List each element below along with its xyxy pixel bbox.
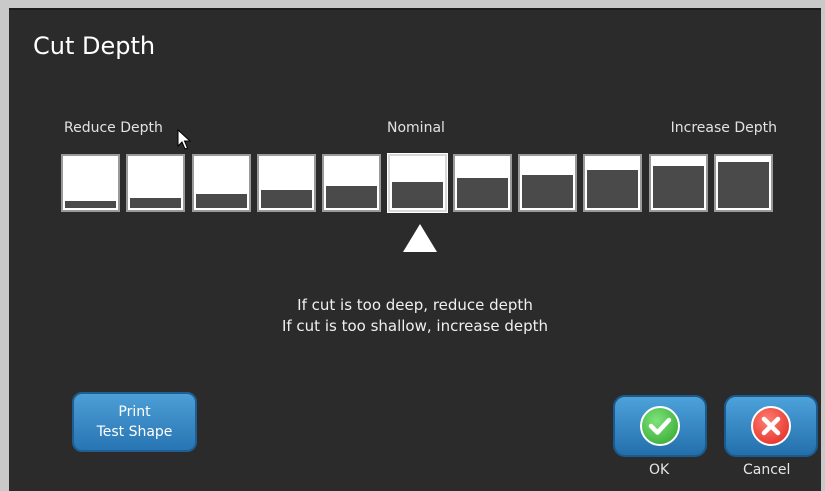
depth-level-fill [653, 166, 704, 208]
cancel-label: Cancel [743, 462, 791, 478]
depth-level-3[interactable] [192, 154, 251, 212]
depth-level-fill [718, 162, 769, 208]
depth-level-6[interactable] [388, 154, 447, 212]
checkmark-icon [640, 406, 680, 446]
print-test-shape-button[interactable]: Print Test Shape [72, 392, 197, 452]
reduce-depth-label: Reduce Depth [64, 120, 163, 136]
ok-button[interactable] [613, 395, 707, 457]
depth-level-11[interactable] [714, 154, 773, 212]
depth-level-fill [522, 175, 573, 208]
instruction-deep: If cut is too deep, reduce depth [297, 296, 533, 314]
x-icon [751, 406, 791, 446]
depth-level-fill [130, 198, 181, 208]
depth-level-fill [65, 201, 116, 208]
page-title: Cut Depth [33, 32, 156, 60]
cancel-button[interactable] [724, 395, 818, 457]
nominal-label: Nominal [387, 120, 445, 136]
depth-level-fill [261, 190, 312, 208]
mouse-pointer-icon [177, 128, 192, 155]
depth-level-9[interactable] [583, 154, 642, 212]
print-label-line2: Test Shape [96, 424, 173, 440]
nominal-marker-icon [403, 224, 437, 252]
depth-level-2[interactable] [126, 154, 185, 212]
depth-level-fill [196, 194, 247, 208]
depth-level-fill [457, 178, 508, 208]
depth-level-8[interactable] [518, 154, 577, 212]
depth-level-fill [392, 182, 443, 208]
depth-level-fill [326, 186, 377, 208]
depth-level-1[interactable] [61, 154, 120, 212]
instruction-shallow: If cut is too shallow, increase depth [281, 317, 549, 335]
cut-depth-dialog: Cut Depth Reduce Depth Nominal Increase … [9, 8, 821, 491]
depth-level-10[interactable] [649, 154, 708, 212]
depth-level-7[interactable] [453, 154, 512, 212]
instructions: If cut is too deep, reduce depth If cut … [9, 295, 821, 337]
increase-depth-label: Increase Depth [670, 120, 777, 136]
depth-level-5[interactable] [322, 154, 381, 212]
depth-level-fill [587, 170, 638, 208]
print-label-line1: Print [118, 404, 151, 420]
ok-label: OK [649, 462, 670, 478]
depth-level-4[interactable] [257, 154, 316, 212]
